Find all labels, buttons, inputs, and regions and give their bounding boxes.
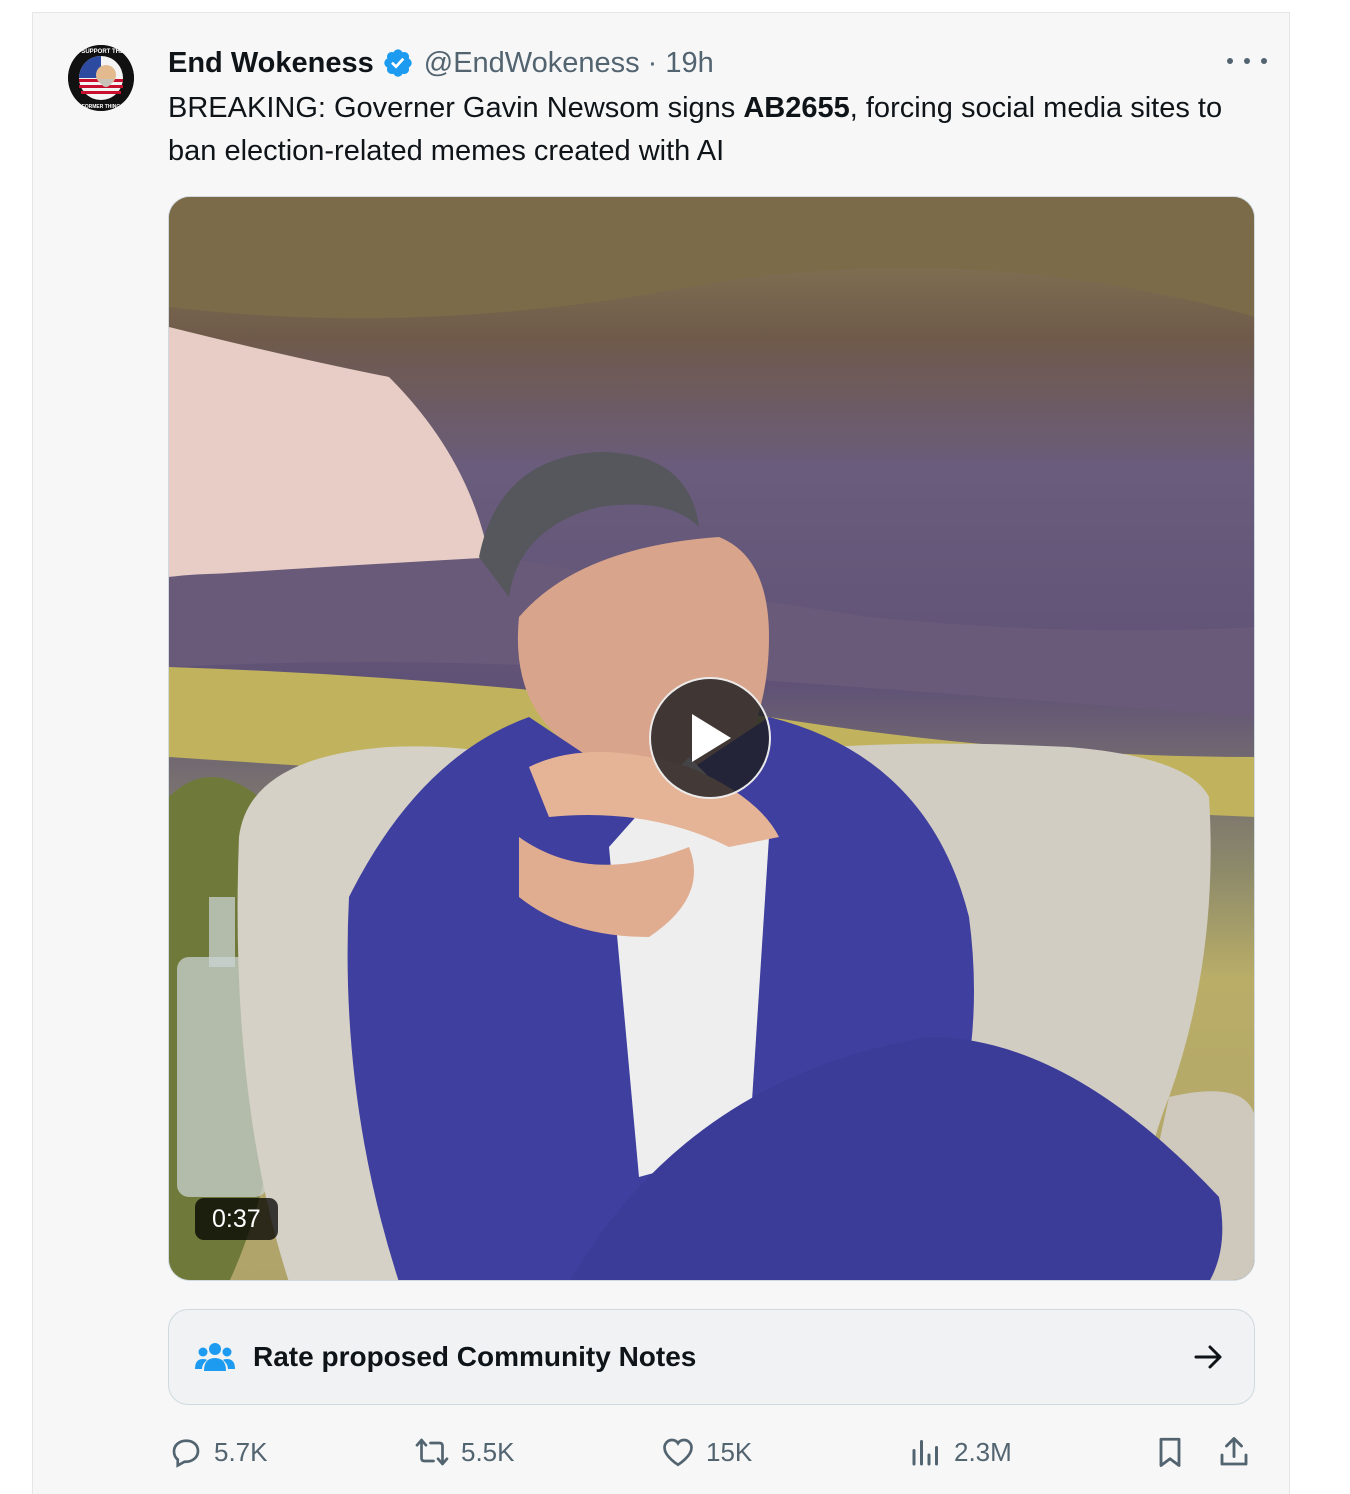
handle[interactable]: @EndWokeness bbox=[424, 47, 640, 80]
play-icon bbox=[692, 714, 731, 762]
heart-icon bbox=[663, 1438, 693, 1467]
share-button[interactable] bbox=[1216, 1427, 1252, 1477]
tweet-text: BREAKING: Governer Gavin Newsom signs AB… bbox=[168, 87, 1258, 173]
tweet-header: End Wokeness @EndWokeness · 19h bbox=[168, 43, 1259, 83]
action-bar: 5.7K 5.5K 15K 2.3M bbox=[168, 1427, 1258, 1477]
tweet-card[interactable]: I SUPPORT THE FORMER THING End Wokeness … bbox=[32, 12, 1290, 1494]
more-options-icon[interactable] bbox=[1227, 49, 1267, 73]
arrow-right-icon bbox=[1194, 1345, 1222, 1369]
separator: · bbox=[647, 46, 658, 79]
analytics-icon bbox=[912, 1440, 938, 1466]
repost-button[interactable]: 5.5K bbox=[413, 1427, 515, 1477]
bookmark-icon bbox=[1159, 1437, 1181, 1467]
view-count: 2.3M bbox=[954, 1436, 1012, 1467]
reply-button[interactable]: 5.7K bbox=[168, 1427, 268, 1477]
verified-badge-icon[interactable] bbox=[382, 47, 414, 79]
repost-icon bbox=[415, 1438, 449, 1466]
community-notes-button[interactable]: Rate proposed Community Notes bbox=[168, 1309, 1255, 1405]
community-notes-label: Rate proposed Community Notes bbox=[253, 1341, 697, 1372]
avatar[interactable]: I SUPPORT THE FORMER THING bbox=[68, 45, 134, 111]
video-duration-badge: 0:37 bbox=[195, 1198, 278, 1240]
reply-icon bbox=[172, 1439, 200, 1468]
display-name[interactable]: End Wokeness bbox=[168, 47, 374, 80]
community-notes-icon bbox=[195, 1343, 235, 1371]
repost-count: 5.5K bbox=[461, 1436, 515, 1467]
bookmark-button[interactable] bbox=[1152, 1427, 1188, 1477]
play-button[interactable] bbox=[649, 677, 771, 799]
video-player[interactable]: 0:37 bbox=[168, 196, 1255, 1281]
tweet-text-bold: AB2655 bbox=[743, 92, 850, 124]
timestamp[interactable]: 19h bbox=[665, 47, 713, 80]
avatar-text-top: I SUPPORT THE bbox=[78, 49, 124, 55]
share-icon bbox=[1220, 1437, 1248, 1466]
views-button[interactable]: 2.3M bbox=[908, 1427, 1012, 1477]
like-count: 15K bbox=[706, 1436, 753, 1467]
reply-count: 5.7K bbox=[214, 1436, 268, 1467]
avatar-text-bottom: FORMER THING bbox=[82, 104, 121, 110]
tweet-text-before: BREAKING: Governer Gavin Newsom signs bbox=[168, 92, 744, 124]
like-button[interactable]: 15K bbox=[660, 1427, 752, 1477]
